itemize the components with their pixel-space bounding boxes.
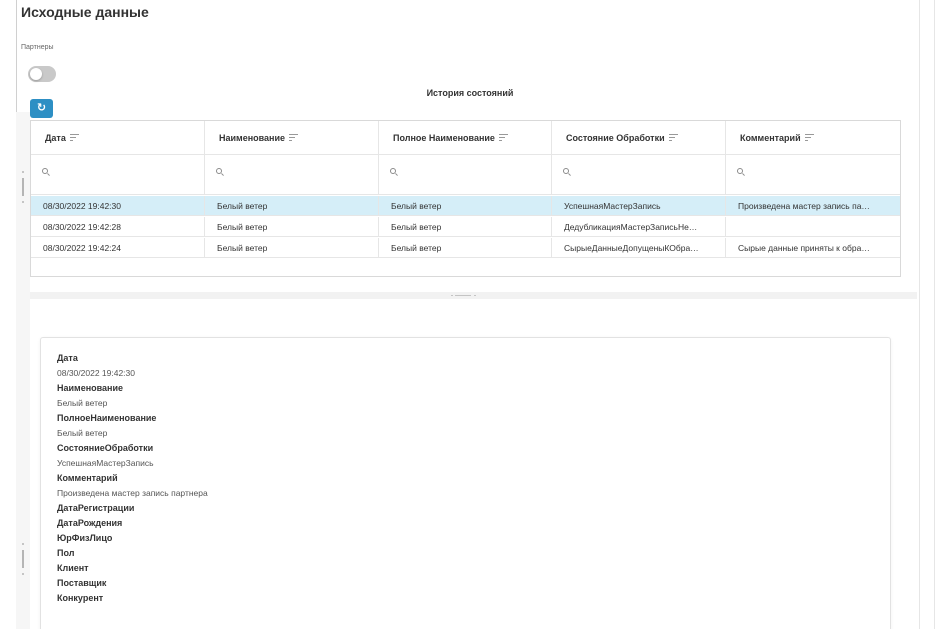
filter-comment[interactable]	[726, 155, 900, 195]
sort-icon[interactable]	[498, 134, 508, 142]
detail-fields: Дата 08/30/2022 19:42:30 Наименование Бе…	[57, 351, 857, 606]
field-label-entity-type: ЮрФизЛицо	[57, 533, 113, 543]
search-icon	[563, 168, 572, 177]
column-header-comment[interactable]: Комментарий	[726, 121, 900, 155]
cell-full-name: Белый ветер	[379, 196, 552, 216]
field-label-client: Клиент	[57, 563, 89, 573]
partners-label: Партнеры	[21, 44, 54, 51]
cell-state: УспешнаяМастерЗапись	[552, 196, 726, 216]
history-title: История состояний	[426, 88, 514, 98]
field-label-gender: Пол	[57, 548, 75, 558]
field-label-supplier: Поставщик	[57, 578, 107, 588]
cell-comment: Сырые данные приняты к обра…	[738, 243, 870, 253]
filter-date[interactable]	[31, 155, 205, 195]
resize-grip-dot	[22, 573, 24, 575]
column-label: Полное Наименование	[393, 133, 495, 143]
table-row[interactable]: 08/30/2022 19:42:28 Белый ветер Белый ве…	[31, 217, 900, 237]
filter-row	[31, 155, 900, 195]
filter-full-name[interactable]	[379, 155, 552, 195]
cell-name: Белый ветер	[205, 196, 379, 216]
field-value-date: 08/30/2022 19:42:30	[57, 368, 135, 378]
cell-date: 08/30/2022 19:42:28	[31, 217, 205, 237]
resize-grip-dot	[22, 171, 24, 173]
page-title: Исходные данные	[21, 4, 149, 20]
sort-icon[interactable]	[804, 134, 814, 142]
sort-icon[interactable]	[668, 134, 678, 142]
column-label: Дата	[45, 133, 66, 143]
search-icon	[737, 168, 746, 177]
resize-grip-dot	[22, 543, 24, 545]
resize-grip[interactable]	[22, 178, 25, 196]
resize-grip-lower[interactable]	[22, 550, 25, 568]
field-value-comment: Произведена мастер запись партнера	[57, 488, 208, 498]
cell-name: Белый ветер	[205, 217, 379, 237]
search-icon	[390, 168, 399, 177]
cell-full-name: Белый ветер	[379, 238, 552, 258]
refresh-icon: ↻	[36, 102, 47, 114]
field-label-full-name: ПолноеНаименование	[57, 413, 157, 423]
table-row[interactable]: 08/30/2022 19:42:30 Белый ветер Белый ве…	[31, 196, 900, 216]
filter-name[interactable]	[205, 155, 379, 195]
field-value-full-name: Белый ветер	[57, 428, 108, 438]
cell-date: 08/30/2022 19:42:24	[31, 238, 205, 258]
search-icon	[42, 168, 51, 177]
column-label: Наименование	[219, 133, 286, 143]
field-value-name: Белый ветер	[57, 398, 108, 408]
cell-comment	[726, 217, 900, 237]
left-panel-lower	[16, 300, 30, 629]
field-label-registration-date: ДатаРегистрации	[57, 503, 135, 513]
cell-date: 08/30/2022 19:42:30	[31, 196, 205, 216]
column-header-full-name[interactable]: Полное Наименование	[379, 121, 552, 155]
filter-state[interactable]	[552, 155, 726, 195]
field-label-state: СостояниеОбработки	[57, 443, 154, 453]
column-label: Состояние Обработки	[566, 133, 665, 143]
toggle-knob	[30, 68, 42, 80]
right-border	[919, 0, 920, 629]
search-icon	[216, 168, 225, 177]
cell-full-name: Белый ветер	[379, 217, 552, 237]
refresh-button[interactable]: ↻	[30, 99, 53, 118]
field-value-state: УспешнаяМастерЗапись	[57, 458, 154, 468]
cell-state: ДедубликацияМастерЗаписьНе…	[552, 217, 726, 237]
cell-comment: Произведена мастер запись па…	[738, 201, 870, 211]
splitter-handle[interactable]	[455, 295, 471, 296]
splitter-dot	[451, 295, 453, 296]
field-label-competitor: Конкурент	[57, 593, 104, 603]
column-label: Комментарий	[740, 133, 801, 143]
history-grid: Дата Наименование Полное Наименование Со…	[30, 120, 901, 277]
sort-icon[interactable]	[69, 134, 79, 142]
grid-header: Дата Наименование Полное Наименование Со…	[31, 121, 900, 155]
left-panel	[16, 112, 30, 302]
sort-icon[interactable]	[289, 134, 299, 142]
detail-card: Дата 08/30/2022 19:42:30 Наименование Бе…	[40, 337, 891, 629]
resize-grip-dot	[22, 201, 24, 203]
table-row[interactable]: 08/30/2022 19:42:24 Белый ветер Белый ве…	[31, 238, 900, 258]
column-header-date[interactable]: Дата	[31, 121, 205, 155]
field-label-name: Наименование	[57, 383, 124, 393]
column-header-name[interactable]: Наименование	[205, 121, 379, 155]
splitter-dot	[474, 295, 476, 296]
field-label-date: Дата	[57, 353, 78, 363]
field-label-birth-date: ДатаРождения	[57, 518, 123, 528]
cell-state: СырыеДанныеДопущеныКОбра…	[552, 238, 726, 258]
column-header-state[interactable]: Состояние Обработки	[552, 121, 726, 155]
partners-toggle[interactable]	[28, 66, 56, 82]
cell-name: Белый ветер	[205, 238, 379, 258]
field-label-comment: Комментарий	[57, 473, 118, 483]
